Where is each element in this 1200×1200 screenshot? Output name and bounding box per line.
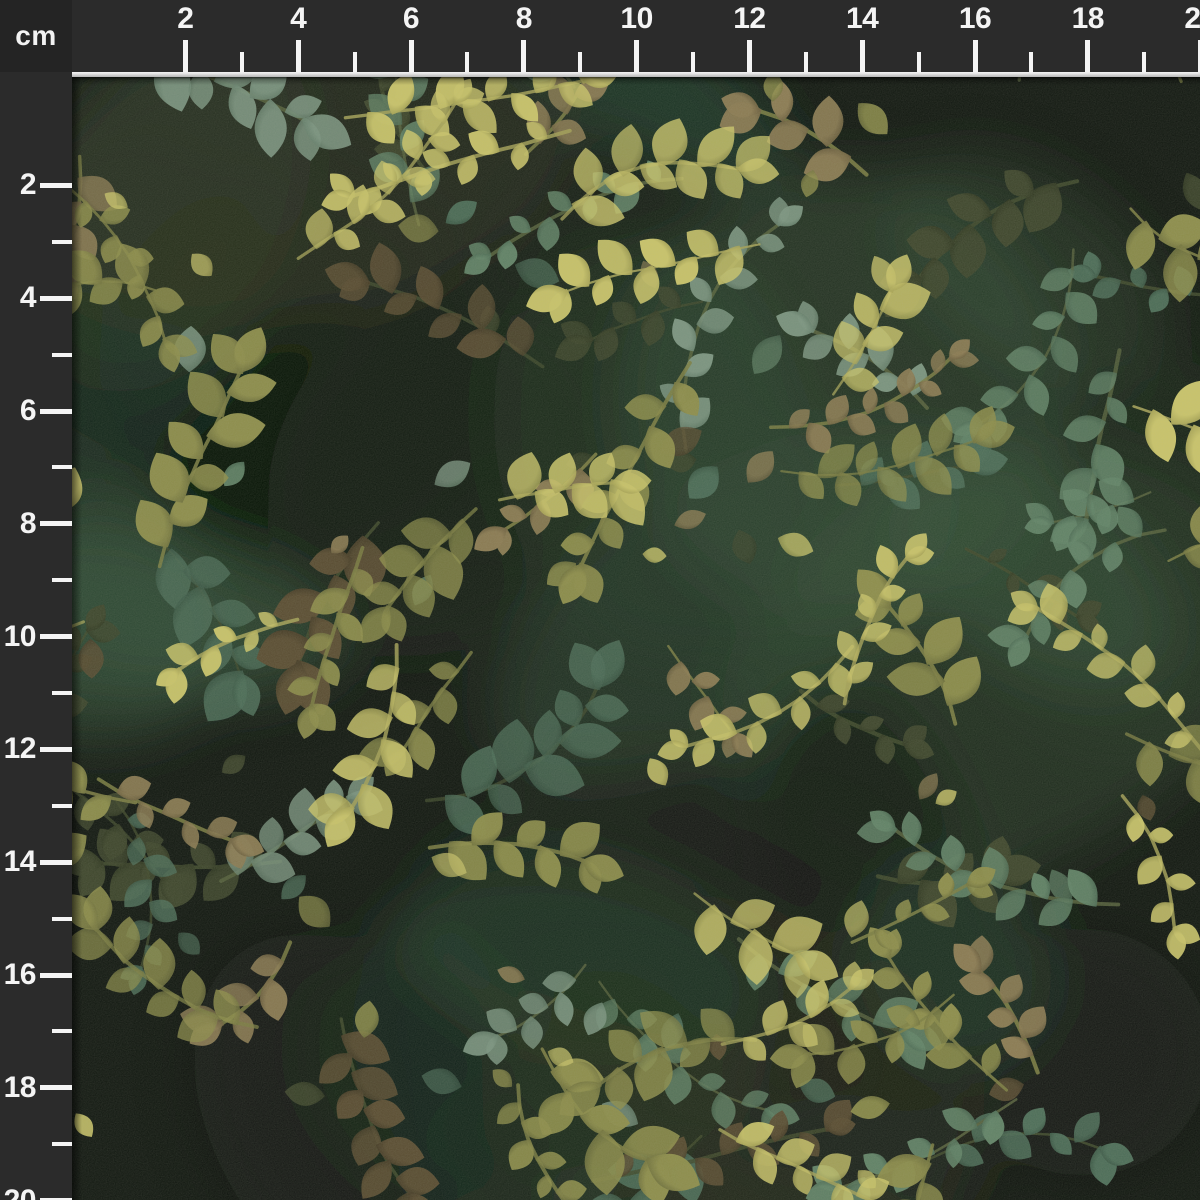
ruler-tick-major: [747, 40, 752, 72]
ruler-tick-major: [40, 860, 72, 865]
ruler-tick-label: 4: [266, 1, 330, 37]
ruler-tick-minor: [52, 917, 72, 921]
ruler-tick-minor: [578, 52, 582, 72]
ruler-tick-label: 14: [830, 1, 894, 37]
fabric-listing-photo: 2 4 6 8 10 12 14 16 18 20 2 4 6 8 10 12 14 16 18 20 cm: [0, 0, 1200, 1200]
ruler-tick-label: 2: [0, 167, 36, 203]
ruler-tick-label: 10: [605, 1, 669, 37]
top-ruler: 2 4 6 8 10 12 14 16 18 20: [72, 0, 1200, 72]
ruler-tick-major: [40, 1085, 72, 1090]
ruler-tick-major: [40, 296, 72, 301]
ruler-tick-minor: [465, 52, 469, 72]
ruler-tick-minor: [52, 578, 72, 582]
ruler-tick-label: 20: [0, 1183, 36, 1200]
fabric-swatch-image: [72, 72, 1200, 1200]
ruler-tick-major: [409, 40, 414, 72]
ruler-tick-minor: [240, 52, 244, 72]
ruler-tick-label: 6: [0, 393, 36, 429]
ruler-tick-major: [183, 40, 188, 72]
ruler-tick-label: 8: [492, 1, 556, 37]
ruler-tick-minor: [52, 1029, 72, 1033]
ruler-tick-minor: [1142, 52, 1146, 72]
ruler-tick-major: [40, 747, 72, 752]
ruler-tick-major: [521, 40, 526, 72]
ruler-tick-major: [860, 40, 865, 72]
ruler-tick-minor: [52, 240, 72, 244]
ruler-tick-label: 2: [153, 1, 217, 37]
ruler-tick-minor: [917, 52, 921, 72]
ruler-tick-label: 16: [943, 1, 1007, 37]
ruler-tick-label: 20: [1169, 1, 1200, 37]
ruler-tick-minor: [353, 52, 357, 72]
unit-label: cm: [15, 20, 56, 52]
left-ruler: 2 4 6 8 10 12 14 16 18 20: [0, 72, 72, 1200]
ruler-tick-minor: [1029, 52, 1033, 72]
ruler-tick-label: 4: [0, 280, 36, 316]
ruler-tick-minor: [52, 691, 72, 695]
ruler-tick-minor: [52, 465, 72, 469]
ruler-tick-major: [40, 409, 72, 414]
ruler-tick-minor: [52, 804, 72, 808]
ruler-tick-major: [40, 634, 72, 639]
ruler-tick-label: 14: [0, 844, 36, 880]
ruler-tick-minor: [691, 52, 695, 72]
ruler-tick-label: 12: [717, 1, 781, 37]
ruler-tick-major: [296, 40, 301, 72]
ruler-tick-major: [1085, 40, 1090, 72]
ruler-tick-major: [40, 183, 72, 188]
ruler-tick-label: 18: [1056, 1, 1120, 37]
fabric-pattern-svg: [72, 72, 1200, 1200]
ruler-tick-minor: [804, 52, 808, 72]
ruler-tick-label: 12: [0, 731, 36, 767]
ruler-tick-major: [40, 521, 72, 526]
ruler-tick-minor: [52, 353, 72, 357]
unit-label-box: cm: [0, 0, 72, 72]
ruler-tick-label: 10: [0, 619, 36, 655]
ruler-tick-label: 18: [0, 1070, 36, 1106]
ruler-tick-label: 16: [0, 957, 36, 993]
ruler-tick-label: 8: [0, 506, 36, 542]
ruler-tick-major: [634, 40, 639, 72]
ruler-tick-major: [40, 973, 72, 978]
ruler-tick-label: 6: [379, 1, 443, 37]
ruler-tick-major: [973, 40, 978, 72]
ruler-tick-minor: [52, 1142, 72, 1146]
